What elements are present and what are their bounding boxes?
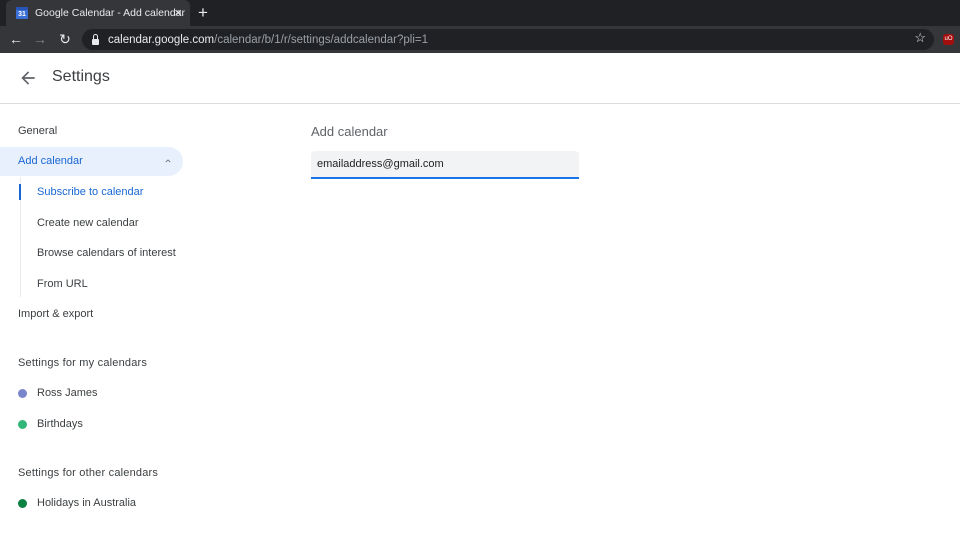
calendar-color-dot [18, 388, 27, 398]
ublock-extension-icon[interactable]: uO [943, 34, 954, 45]
bookmark-star-icon[interactable]: ☆ [914, 30, 926, 46]
back-icon[interactable]: ← [6, 29, 26, 49]
my-calendars-heading: Settings for my calendars [18, 357, 148, 369]
browser-toolbar: ← → ↻ calendar.google.com/calendar/b/1/r… [0, 26, 960, 53]
calendar-label: Holidays in Australia [37, 497, 137, 509]
add-calendar-heading: Add calendar [311, 124, 388, 139]
sidebar-item-add-calendar[interactable]: Add calendar [0, 147, 183, 176]
address-bar[interactable]: calendar.google.com/calendar/b/1/r/setti… [82, 29, 934, 50]
calendar-item-ross-james[interactable]: Ross James [18, 387, 98, 399]
page-title: Settings [52, 68, 110, 85]
lock-icon [92, 33, 99, 45]
tab-title: Google Calendar - Add calendar [35, 7, 186, 19]
calendar-item-holidays-australia[interactable]: Holidays in Australia [18, 497, 136, 509]
sidebar-subitem-create[interactable]: Create new calendar [37, 217, 139, 229]
calendar-color-dot [18, 419, 27, 429]
chevron-up-icon [165, 159, 171, 163]
calendar-item-birthdays[interactable]: Birthdays [18, 418, 83, 430]
browser-tab[interactable]: 31 Google Calendar - Add calendar × [6, 0, 190, 26]
active-indicator [19, 184, 21, 200]
forward-icon[interactable]: → [30, 29, 50, 49]
calendar-label: Birthdays [37, 418, 83, 430]
calendar-label: Ross James [37, 387, 98, 399]
sidebar-item-general[interactable]: General [18, 125, 57, 137]
sidebar-item-import-export[interactable]: Import & export [18, 308, 93, 320]
sidebar-subitem-from-url[interactable]: From URL [37, 278, 88, 290]
url-domain: calendar.google.com [108, 33, 215, 46]
close-tab-icon[interactable]: × [174, 5, 182, 21]
sidebar-subitem-browse[interactable]: Browse calendars of interest [37, 247, 176, 259]
other-calendars-heading: Settings for other calendars [18, 467, 159, 479]
url-path: /calendar/b/1/r/settings/addcalendar?pli… [214, 33, 428, 46]
reload-icon[interactable]: ↻ [55, 29, 75, 49]
url-text: calendar.google.com/calendar/b/1/r/setti… [108, 34, 428, 46]
calendar-color-dot [18, 498, 27, 508]
calendar-email-input[interactable] [311, 151, 579, 179]
sidebar-item-label: Add calendar [18, 155, 83, 167]
browser-tabstrip: 31 Google Calendar - Add calendar × + [0, 0, 960, 26]
new-tab-icon[interactable]: + [198, 3, 208, 23]
settings-header: Settings [0, 54, 960, 104]
back-arrow-icon[interactable] [18, 68, 38, 88]
sidebar-subitem-subscribe[interactable]: Subscribe to calendar [37, 186, 143, 198]
calendar-favicon-icon: 31 [16, 7, 28, 19]
